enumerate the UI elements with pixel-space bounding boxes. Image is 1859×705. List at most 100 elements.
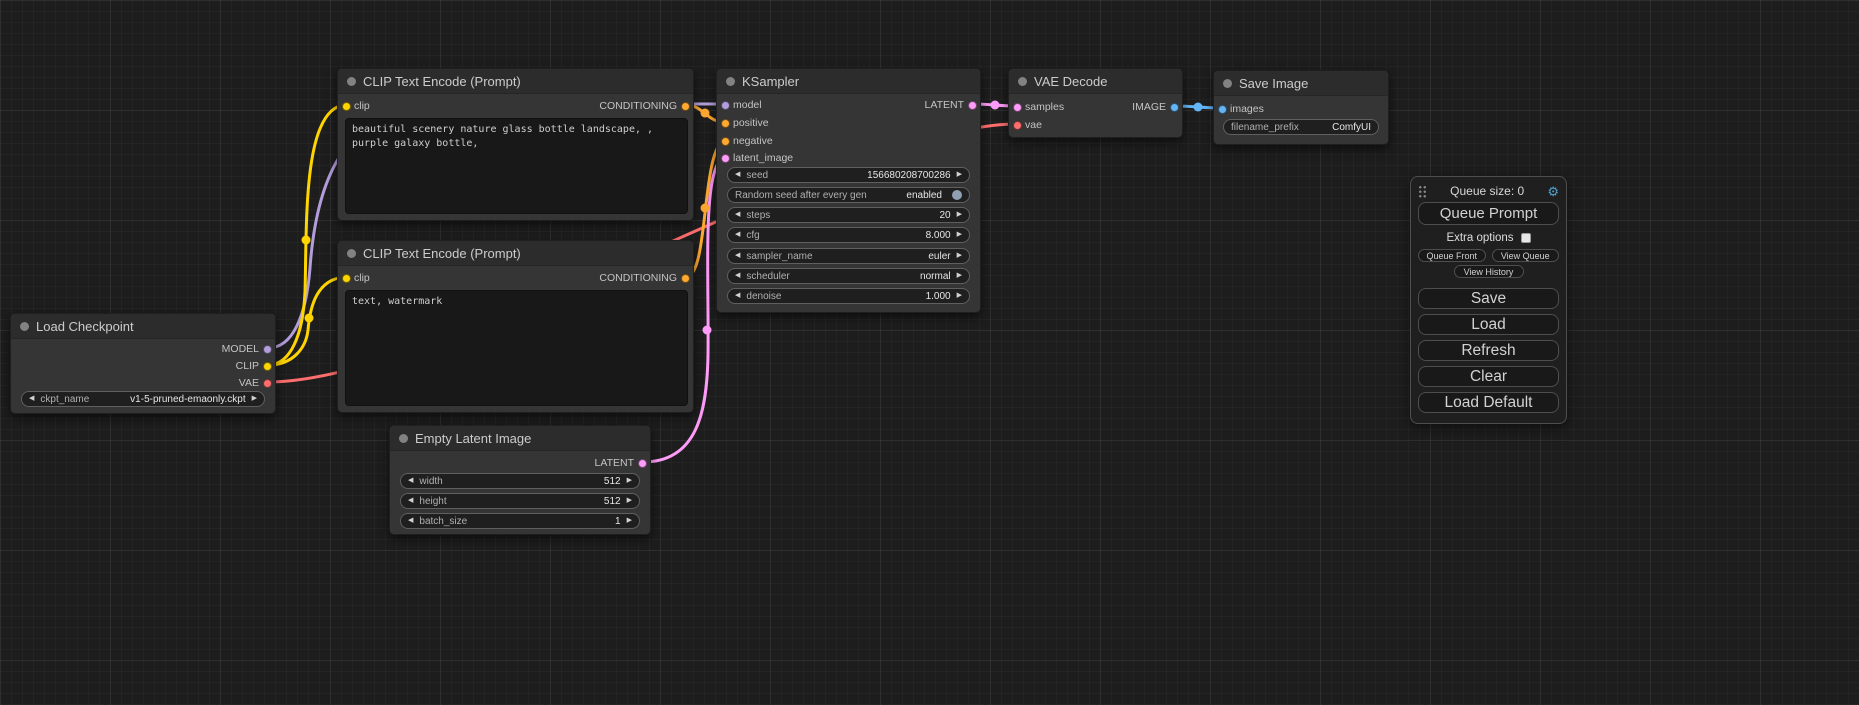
load-default-button[interactable]: Load Default <box>1418 392 1559 413</box>
output-port-conditioning[interactable] <box>681 102 690 111</box>
output-port-vae[interactable] <box>263 379 272 388</box>
input-port-positive[interactable] <box>721 119 730 128</box>
node-clip-text-encode-positive[interactable]: CLIP Text Encode (Prompt) clip CONDITION… <box>337 68 694 221</box>
input-slot-label-model: model <box>733 96 762 114</box>
node-ksampler[interactable]: KSampler model positive negative latent_… <box>716 68 981 313</box>
widget-width[interactable]: ◀ width 512 ▶ <box>400 473 640 489</box>
output-slot-label-conditioning: CONDITIONING <box>599 97 677 115</box>
collapse-dot[interactable] <box>1223 79 1232 88</box>
widget-random-seed[interactable]: Random seed after every gen enabled <box>727 187 970 203</box>
node-clip-text-encode-negative[interactable]: CLIP Text Encode (Prompt) clip CONDITION… <box>337 240 694 413</box>
queue-prompt-button[interactable]: Queue Prompt <box>1418 202 1559 225</box>
node-title-bar[interactable]: Empty Latent Image <box>390 426 650 451</box>
graph-canvas[interactable]: { "colors": { "model": "#B39DDB", "clip"… <box>0 0 1859 705</box>
settings-gear-icon[interactable]: ⚙ <box>1547 185 1559 198</box>
increment-icon[interactable]: ▶ <box>252 392 257 406</box>
widget-seed[interactable]: ◀ seed 156680208700286 ▶ <box>727 167 970 183</box>
increment-icon[interactable]: ▶ <box>957 249 962 263</box>
increment-icon[interactable]: ▶ <box>957 269 962 283</box>
widget-value: 1.000 <box>926 291 951 302</box>
decrement-icon[interactable]: ◀ <box>29 392 34 406</box>
collapse-dot[interactable] <box>347 77 356 86</box>
decrement-icon[interactable]: ◀ <box>735 228 740 242</box>
widget-name: denoise <box>746 291 781 302</box>
prompt-textarea[interactable]: text, watermark <box>345 290 688 406</box>
node-title-bar[interactable]: Save Image <box>1214 71 1388 96</box>
increment-icon[interactable]: ▶ <box>627 494 632 508</box>
input-port-model[interactable] <box>721 101 730 110</box>
input-slot-label-clip: clip <box>354 97 370 115</box>
decrement-icon[interactable]: ◀ <box>408 514 413 528</box>
decrement-icon[interactable]: ◀ <box>735 289 740 303</box>
link-clip-to-negative-prompt <box>268 277 345 365</box>
collapse-dot[interactable] <box>1018 77 1027 86</box>
decrement-icon[interactable]: ◀ <box>408 494 413 508</box>
widget-filename-prefix[interactable]: filename_prefix ComfyUI <box>1223 119 1379 135</box>
input-port-vae[interactable] <box>1013 121 1022 130</box>
widget-batch-size[interactable]: ◀ batch_size 1 ▶ <box>400 513 640 529</box>
queue-menu-panel[interactable]: Queue size: 0 ⚙ Queue Prompt Extra optio… <box>1410 176 1567 424</box>
decrement-icon[interactable]: ◀ <box>735 208 740 222</box>
widget-height[interactable]: ◀ height 512 ▶ <box>400 493 640 509</box>
widget-denoise[interactable]: ◀ denoise 1.000 ▶ <box>727 288 970 304</box>
input-port-latent-image[interactable] <box>721 154 730 163</box>
output-port-clip[interactable] <box>263 362 272 371</box>
widget-cfg[interactable]: ◀ cfg 8.000 ▶ <box>727 227 970 243</box>
queue-buttons-row: Queue Front View Queue <box>1418 249 1559 262</box>
collapse-dot[interactable] <box>399 434 408 443</box>
node-save-image[interactable]: Save Image images filename_prefix ComfyU… <box>1213 70 1389 145</box>
widget-sampler-name[interactable]: ◀ sampler_name euler ▶ <box>727 248 970 264</box>
output-slot-label-latent: LATENT <box>595 454 634 472</box>
node-title-bar[interactable]: VAE Decode <box>1009 69 1182 94</box>
node-load-checkpoint[interactable]: Load Checkpoint MODEL CLIP VAE ◀ ckpt_na… <box>10 313 276 414</box>
node-title-bar[interactable]: CLIP Text Encode (Prompt) <box>338 241 693 266</box>
prompt-textarea[interactable]: beautiful scenery nature glass bottle la… <box>345 118 688 214</box>
clear-button[interactable]: Clear <box>1418 366 1559 387</box>
save-button[interactable]: Save <box>1418 288 1559 309</box>
history-button-row: View History <box>1418 265 1559 278</box>
widget-ckpt-name[interactable]: ◀ ckpt_name v1-5-pruned-emaonly.ckpt ▶ <box>21 391 265 407</box>
drag-handle-icon[interactable] <box>1418 185 1427 198</box>
widget-name: ckpt_name <box>40 394 89 405</box>
increment-icon[interactable]: ▶ <box>627 474 632 488</box>
increment-icon[interactable]: ▶ <box>957 228 962 242</box>
increment-icon[interactable]: ▶ <box>957 208 962 222</box>
input-port-negative[interactable] <box>721 137 730 146</box>
increment-icon[interactable]: ▶ <box>957 289 962 303</box>
decrement-icon[interactable]: ◀ <box>408 474 413 488</box>
increment-icon[interactable]: ▶ <box>957 168 962 182</box>
node-title-bar[interactable]: CLIP Text Encode (Prompt) <box>338 69 693 94</box>
view-queue-button[interactable]: View Queue <box>1492 249 1560 262</box>
output-port-model[interactable] <box>263 345 272 354</box>
widget-steps[interactable]: ◀ steps 20 ▶ <box>727 207 970 223</box>
load-button[interactable]: Load <box>1418 314 1559 335</box>
node-title: CLIP Text Encode (Prompt) <box>363 74 521 89</box>
output-port-latent[interactable] <box>638 459 647 468</box>
decrement-icon[interactable]: ◀ <box>735 269 740 283</box>
extra-options-checkbox[interactable] <box>1521 233 1531 243</box>
node-title-bar[interactable]: Load Checkpoint <box>11 314 275 339</box>
input-port-samples[interactable] <box>1013 103 1022 112</box>
output-port-conditioning[interactable] <box>681 274 690 283</box>
toggle-icon[interactable] <box>952 190 962 200</box>
node-title-bar[interactable]: KSampler <box>717 69 980 94</box>
collapse-dot[interactable] <box>347 249 356 258</box>
increment-icon[interactable]: ▶ <box>627 514 632 528</box>
input-slot-label-samples: samples <box>1025 98 1064 116</box>
widget-name: steps <box>746 210 770 221</box>
collapse-dot[interactable] <box>726 77 735 86</box>
collapse-dot[interactable] <box>20 322 29 331</box>
output-port-image[interactable] <box>1170 103 1179 112</box>
node-vae-decode[interactable]: VAE Decode samples vae IMAGE <box>1008 68 1183 138</box>
decrement-icon[interactable]: ◀ <box>735 249 740 263</box>
node-empty-latent-image[interactable]: Empty Latent Image LATENT ◀ width 512 ▶ … <box>389 425 651 535</box>
input-port-images[interactable] <box>1218 105 1227 114</box>
queue-front-button[interactable]: Queue Front <box>1418 249 1486 262</box>
widget-scheduler[interactable]: ◀ scheduler normal ▶ <box>727 268 970 284</box>
refresh-button[interactable]: Refresh <box>1418 340 1559 361</box>
output-port-latent[interactable] <box>968 101 977 110</box>
decrement-icon[interactable]: ◀ <box>735 168 740 182</box>
view-history-button[interactable]: View History <box>1454 265 1524 278</box>
input-port-clip[interactable] <box>342 102 351 111</box>
input-port-clip[interactable] <box>342 274 351 283</box>
